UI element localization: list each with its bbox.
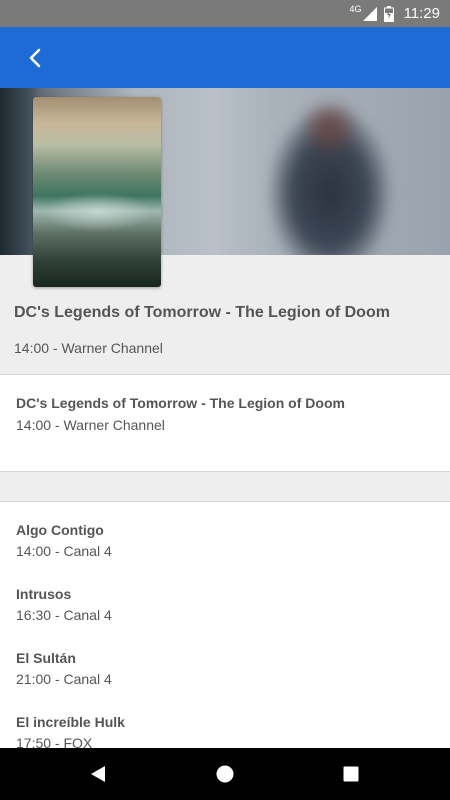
triangle-back-icon xyxy=(91,766,105,782)
list-item-schedule: 17:50 - FOX xyxy=(16,735,93,748)
section-divider xyxy=(0,472,450,502)
current-program-schedule: 14:00 - Warner Channel xyxy=(16,417,165,433)
navigation-bar xyxy=(0,748,450,800)
chevron-left-icon xyxy=(29,48,41,68)
nav-back-button[interactable] xyxy=(86,762,110,786)
list-item-title: Algo Contigo xyxy=(16,522,104,538)
square-recents-icon xyxy=(343,766,359,782)
nav-recents-button[interactable] xyxy=(339,762,363,786)
network-type: 4G xyxy=(349,3,362,14)
status-bar: 4G 11:29 xyxy=(0,0,450,27)
list-item-title: Intrusos xyxy=(16,586,72,602)
program-schedule: 14:00 - Warner Channel xyxy=(14,340,163,356)
back-button[interactable] xyxy=(20,43,50,73)
list-item[interactable]: El increíble Hulk 17:50 - FOX xyxy=(16,713,436,748)
list-item-title: El increíble Hulk xyxy=(16,714,125,730)
list-item[interactable]: Algo Contigo 14:00 - Canal 4 xyxy=(16,521,436,560)
list-item-schedule: 14:00 - Canal 4 xyxy=(16,543,112,559)
list-item[interactable]: Intrusos 16:30 - Canal 4 xyxy=(16,585,436,624)
list-item-schedule: 16:30 - Canal 4 xyxy=(16,607,112,623)
current-program-title: DC's Legends of Tomorrow - The Legion of… xyxy=(16,395,345,411)
program-list: Algo Contigo 14:00 - Canal 4 Intrusos 16… xyxy=(0,502,450,748)
current-program-card[interactable]: DC's Legends of Tomorrow - The Legion of… xyxy=(0,375,450,472)
circle-home-icon xyxy=(216,765,234,783)
battery-icon xyxy=(383,5,394,22)
list-item-schedule: 21:00 - Canal 4 xyxy=(16,671,112,687)
clock: 11:29 xyxy=(403,5,440,22)
nav-home-button[interactable] xyxy=(213,762,237,786)
list-item[interactable]: El Sultán 21:00 - Canal 4 xyxy=(16,649,436,688)
program-title: DC's Legends of Tomorrow - The Legion of… xyxy=(14,304,390,321)
app-bar xyxy=(0,27,450,88)
list-item-title: El Sultán xyxy=(16,650,76,666)
poster-image xyxy=(33,97,161,287)
signal-icon xyxy=(362,6,377,21)
